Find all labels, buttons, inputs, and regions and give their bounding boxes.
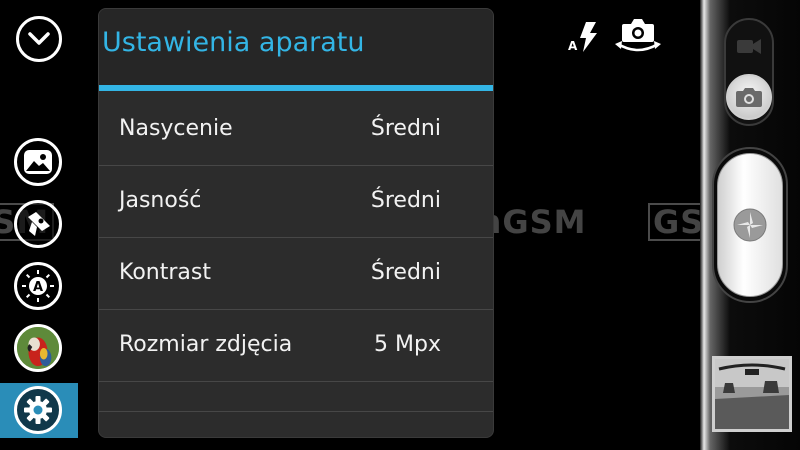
last-photo-thumbnail[interactable] (712, 356, 792, 432)
setting-row-partial[interactable] (99, 382, 493, 412)
flash-auto-button[interactable]: A (566, 20, 600, 58)
video-camera-icon (737, 39, 761, 54)
landscape-icon (24, 150, 52, 174)
photo-mode-button[interactable] (726, 74, 772, 120)
exposure-button[interactable]: A (14, 262, 62, 310)
left-toolbar: A (0, 0, 78, 450)
svg-text:A: A (33, 280, 43, 295)
setting-label: Nasycenie (119, 116, 233, 141)
effects-button[interactable] (14, 200, 62, 248)
switch-camera-icon (615, 19, 661, 52)
panel-accent-line (99, 85, 493, 91)
switch-camera-button[interactable] (614, 16, 662, 60)
panel-title: Ustawienia aparatu (102, 27, 365, 58)
setting-value: Średni (370, 116, 441, 141)
svg-text:A: A (568, 39, 578, 53)
setting-value: Średni (370, 260, 441, 285)
setting-label: Rozmiar zdjęcia (119, 332, 293, 357)
setting-label: Jasność (119, 188, 202, 213)
settings-button[interactable] (14, 386, 62, 434)
setting-value: Średni (370, 188, 441, 213)
auto-brightness-icon: A (22, 270, 54, 302)
shutter-icon (733, 208, 767, 242)
brush-icon (28, 212, 50, 236)
last-photo-thumbnail-icon (715, 359, 789, 429)
setting-row-contrast[interactable]: Kontrast Średni (99, 238, 493, 310)
chevron-down-icon (28, 32, 50, 45)
setting-row-brightness[interactable]: Jasność Średni (99, 166, 493, 238)
shutter-button[interactable] (717, 153, 783, 297)
gear-icon (24, 396, 52, 424)
gallery-thumbnail-button[interactable] (14, 324, 62, 372)
parrot-thumbnail-icon (17, 327, 59, 369)
flash-auto-icon: A (568, 22, 597, 53)
panel-header: Ustawienia aparatu (99, 9, 493, 91)
setting-value: 5 Mpx (374, 332, 441, 357)
camera-settings-panel: Ustawienia aparatu Nasycenie Średni Jasn… (98, 8, 494, 438)
setting-row-photo-size[interactable]: Rozmiar zdjęcia 5 Mpx (99, 310, 493, 382)
setting-row-saturation[interactable]: Nasycenie Średni (99, 94, 493, 166)
video-mode-button[interactable] (736, 36, 762, 60)
setting-label: Kontrast (119, 260, 211, 285)
scene-mode-button[interactable] (14, 138, 62, 186)
camera-icon (736, 88, 762, 107)
collapse-button[interactable] (16, 16, 62, 62)
